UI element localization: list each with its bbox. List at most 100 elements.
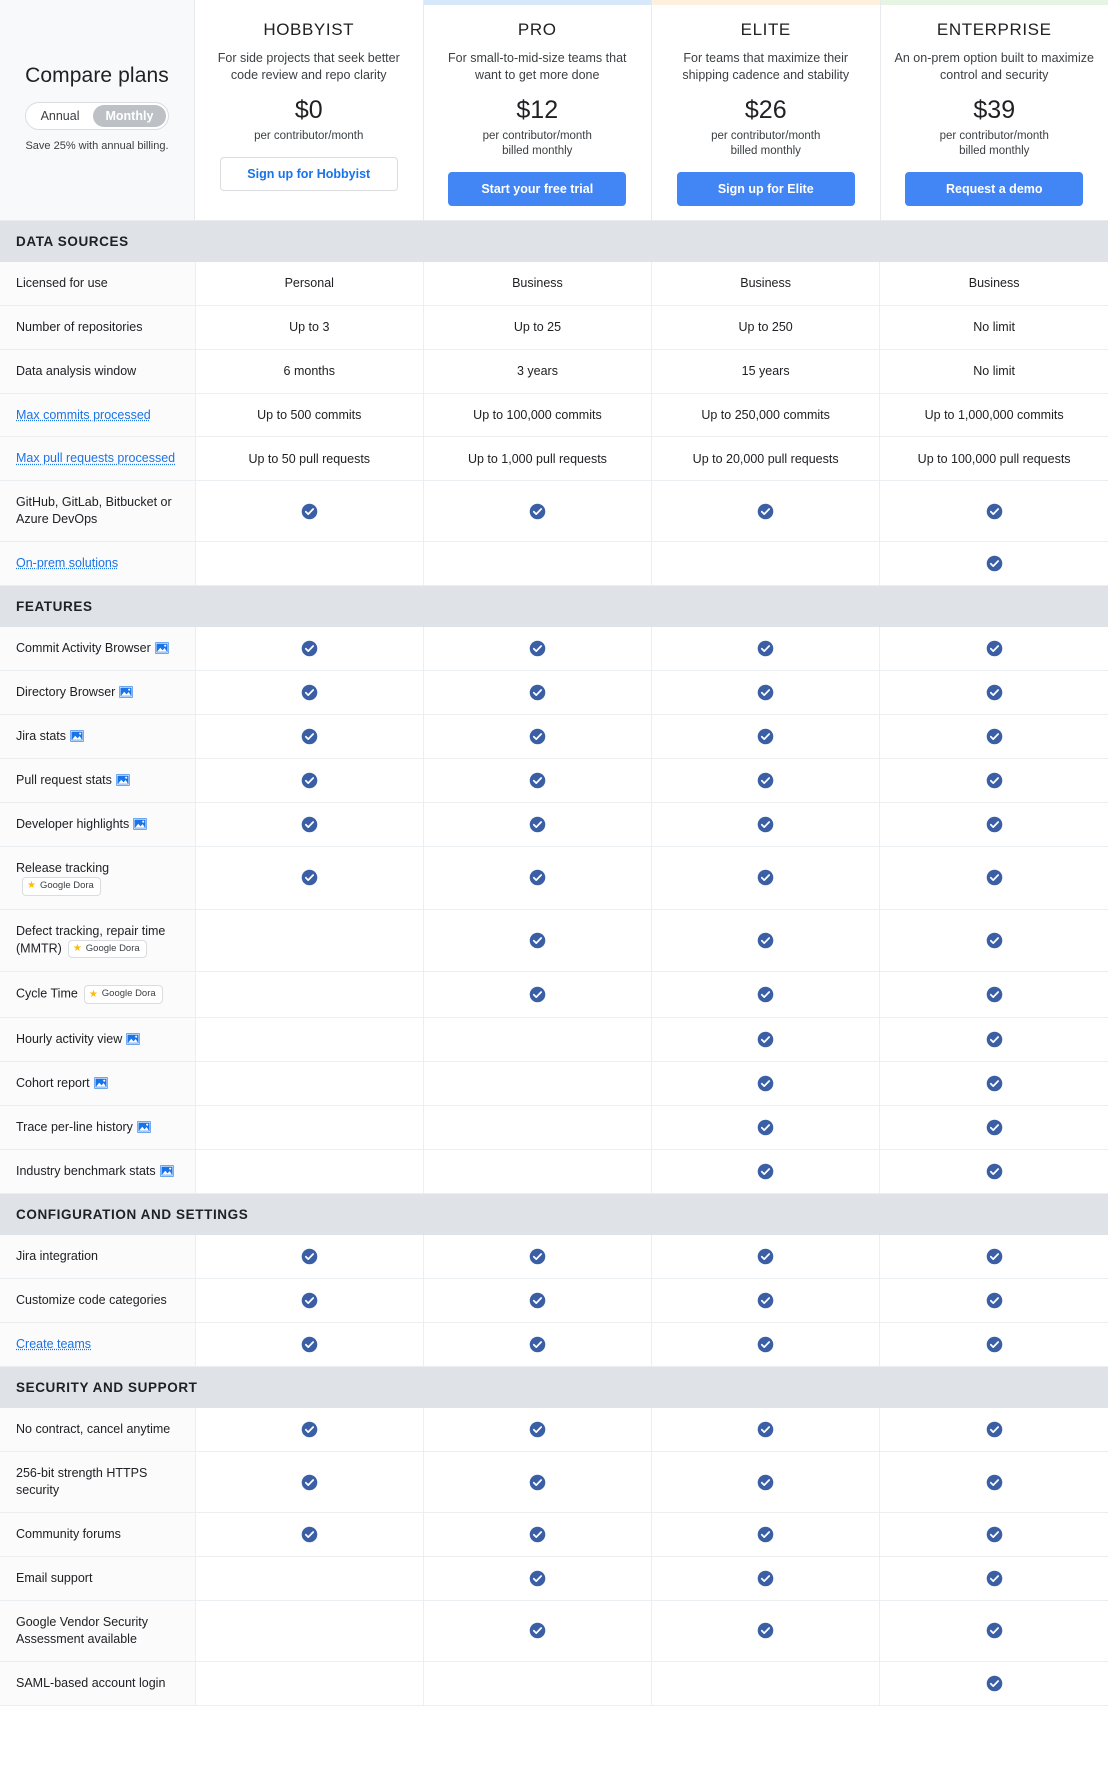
table-row: Data analysis window 6 months 3 years 15 ye… — [0, 349, 1108, 394]
plan-value-cell — [195, 1149, 424, 1195]
plan-value-cell — [879, 1278, 1108, 1324]
feature-label-link[interactable]: Max commits processed — [16, 408, 151, 422]
plan-value-cell — [195, 1556, 424, 1601]
plan-value-cell — [423, 1556, 653, 1601]
feature-label: Developer highlights — [16, 817, 130, 832]
feature-label: Hourly activity view — [16, 1032, 123, 1047]
feature-label-link[interactable]: On-prem solutions — [16, 556, 118, 570]
plan-value-cell: Up to 250 — [651, 305, 881, 350]
feature-label: Cohort report — [16, 1076, 90, 1091]
screenshot-preview-icon[interactable] — [115, 774, 130, 786]
plan-description: For side projects that seek better code … — [217, 51, 400, 82]
feature-cell: Defect tracking, repair time (MMTR) ★ Goog… — [0, 909, 196, 973]
value-text: 15 years — [741, 364, 790, 379]
billing-period-toggle[interactable]: Annual Monthly — [24, 101, 170, 130]
feature-label: GitHub, GitLab, Bitbucket or Azure DevOp… — [16, 495, 172, 527]
checkmark-icon — [301, 1474, 318, 1490]
plan-value-cell — [651, 541, 881, 586]
checkmark-icon — [986, 932, 1002, 949]
plan-card-hobbyist: HOBBYIST For side projects that seek bett… — [195, 0, 424, 220]
star-icon: ★ — [88, 988, 98, 1000]
value-text: Personal — [284, 276, 334, 291]
value-text: 3 years — [516, 364, 558, 379]
screenshot-preview-icon[interactable] — [126, 1033, 141, 1046]
plan-value-cell — [423, 541, 653, 586]
checkmark-icon — [986, 1421, 1002, 1438]
screenshot-preview-icon[interactable] — [159, 1165, 174, 1178]
feature-label-link[interactable]: Max pull requests processed — [16, 451, 175, 465]
screenshot-preview-icon[interactable] — [136, 1121, 151, 1134]
feature-cell: Developer highlights — [0, 802, 196, 847]
plan-accent-bar — [652, 0, 880, 5]
checkmark-icon — [986, 1119, 1002, 1136]
feature-label: Industry benchmark stats — [16, 1164, 156, 1179]
plan-value-cell — [879, 1661, 1108, 1706]
table-row: SAML-based account login — [0, 1661, 1108, 1706]
checkmark-icon — [301, 1336, 318, 1353]
screenshot-preview-icon[interactable] — [133, 818, 148, 830]
plan-cta-button[interactable]: Request a demo — [905, 171, 1084, 206]
plan-billing-note: billed monthly — [730, 144, 801, 157]
plan-value-cell: Up to 100,000 commits — [423, 393, 653, 438]
table-row: On-prem solutions — [0, 541, 1108, 586]
checkmark-icon — [301, 1248, 318, 1265]
plan-cta-button[interactable]: Sign up for Hobbyist — [219, 156, 398, 191]
plan-cta-button[interactable]: Sign up for Elite — [676, 171, 855, 206]
plan-cta-button[interactable]: Start your free trial — [448, 171, 627, 206]
checkmark-icon — [986, 1623, 1002, 1639]
plan-value-cell: 3 years — [423, 349, 653, 394]
plan-value-cell: No limit — [879, 305, 1108, 350]
feature-label: Email support — [16, 1571, 93, 1585]
feature-cell: Email support — [0, 1556, 196, 1601]
checkmark-icon — [529, 503, 546, 519]
feature-cell: SAML-based account login — [0, 1661, 196, 1706]
feature-cell: Directory Browser — [0, 670, 196, 715]
plan-value-cell: Up to 50 pull requests — [195, 436, 424, 482]
plan-value-cell — [195, 1235, 424, 1280]
feature-cell: Jira stats — [0, 714, 196, 759]
checkmark-icon — [529, 1292, 546, 1309]
feature-label: Number of repositories — [16, 319, 143, 334]
table-row: Defect tracking, repair time (MMTR) ★ Goog… — [0, 909, 1108, 973]
plan-value-cell — [651, 1235, 881, 1280]
checkmark-icon — [757, 932, 774, 949]
checkmark-icon — [529, 986, 546, 1003]
screenshot-preview-icon[interactable] — [154, 642, 169, 654]
feature-label: Community forums — [16, 1527, 121, 1541]
checkmark-icon — [529, 816, 546, 833]
plan-value-cell: Up to 3 — [195, 305, 424, 350]
plan-value-cell — [651, 802, 881, 847]
plan-value-cell — [423, 1017, 653, 1063]
plan-value-cell: 6 months — [195, 349, 424, 394]
screenshot-preview-icon[interactable] — [93, 1077, 108, 1090]
table-row: Google Vendor Security Assessment availa… — [0, 1600, 1108, 1662]
section-header-row: FEATURES — [0, 585, 1108, 627]
plan-name: HOBBYIST — [263, 20, 355, 39]
star-icon: ★ — [27, 880, 36, 892]
billing-option-monthly[interactable]: Monthly — [92, 104, 167, 127]
plan-value-cell — [195, 1451, 424, 1513]
checkmark-icon — [986, 1570, 1002, 1587]
plan-name: ELITE — [740, 20, 791, 39]
checkmark-icon — [757, 728, 774, 745]
screenshot-preview-icon[interactable] — [119, 686, 134, 698]
table-row: Commit Activity Browser — [0, 627, 1108, 671]
feature-cell: Pull request stats — [0, 758, 196, 803]
screenshot-preview-icon[interactable] — [70, 730, 85, 742]
plan-value-cell — [423, 1105, 653, 1151]
checkmark-icon — [757, 772, 774, 789]
billing-option-annual[interactable]: Annual — [28, 105, 93, 127]
plan-value-cell — [423, 846, 653, 910]
feature-label-link[interactable]: Create teams — [16, 1337, 91, 1351]
feature-cell: Max commits processed — [0, 393, 196, 438]
checkmark-icon — [986, 1031, 1002, 1048]
annual-savings-note: Save 25% with annual billing. — [25, 139, 169, 152]
checkmark-icon — [986, 555, 1002, 572]
table-row: No contract, cancel anytime — [0, 1408, 1108, 1453]
checkmark-icon — [986, 1075, 1002, 1092]
checkmark-icon — [986, 1675, 1002, 1691]
plan-value-cell — [651, 627, 881, 671]
value-text: Business — [512, 276, 563, 291]
plan-value-cell — [423, 1278, 653, 1324]
plan-card-elite: ELITE For teams that maximize their shipp… — [652, 0, 881, 220]
